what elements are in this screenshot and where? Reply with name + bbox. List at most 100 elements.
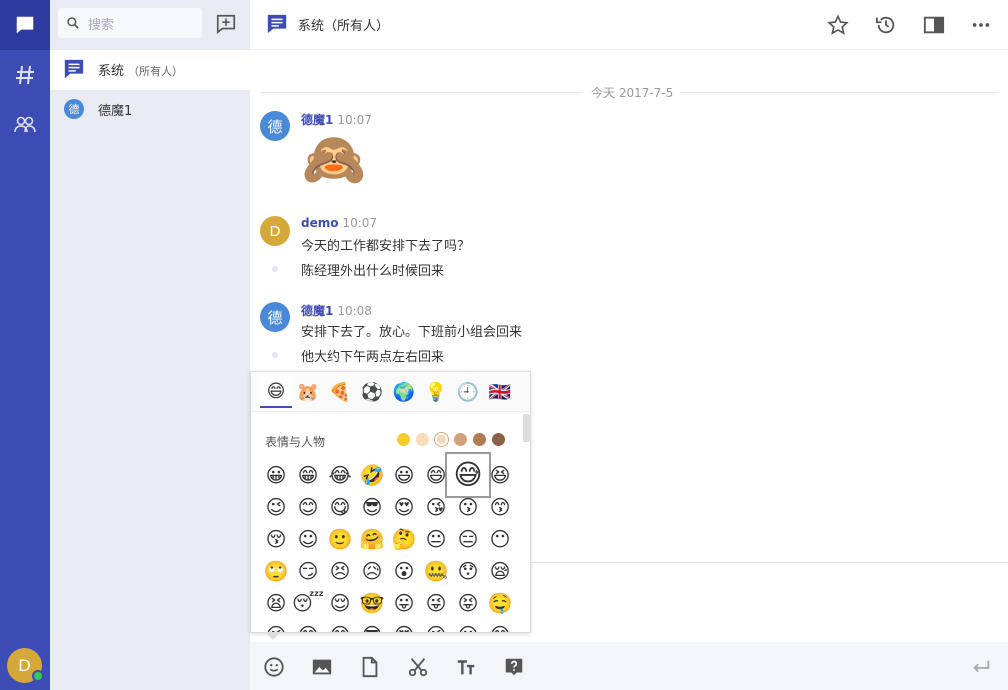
emoji-item[interactable]: 😘 bbox=[421, 492, 451, 522]
emoji-item[interactable]: 😐 bbox=[421, 524, 451, 554]
avatar[interactable]: 德 bbox=[260, 111, 290, 141]
emoji-item[interactable]: 😏 bbox=[293, 556, 323, 586]
emoji-item[interactable]: 😃 bbox=[389, 460, 419, 490]
emoji-item[interactable]: 😊 bbox=[293, 492, 323, 522]
emoji-item[interactable]: 😍 bbox=[389, 620, 419, 632]
emoji-item[interactable]: 😎 bbox=[357, 620, 387, 632]
emoji-item[interactable]: 🤤 bbox=[485, 588, 515, 618]
emoji-item[interactable]: 😙 bbox=[485, 492, 515, 522]
contacts-nav-button[interactable] bbox=[0, 100, 50, 150]
emoji-item[interactable]: 😯 bbox=[453, 556, 483, 586]
emoji-item[interactable]: 😀 bbox=[261, 460, 291, 490]
emoji-button[interactable] bbox=[261, 654, 287, 680]
emoji-item[interactable]: 😶 bbox=[485, 524, 515, 554]
nav-rail: D bbox=[0, 0, 50, 690]
skin-tone-swatch[interactable] bbox=[492, 433, 505, 446]
sticker-monkey-icon: 🙈 bbox=[301, 130, 367, 190]
skin-tone-swatch[interactable] bbox=[435, 433, 448, 446]
emoji-item[interactable]: 😝 bbox=[453, 588, 483, 618]
emoji-item[interactable]: ☺ bbox=[293, 524, 323, 554]
emoji-scrollbar[interactable] bbox=[523, 414, 530, 442]
text-format-button[interactable] bbox=[453, 654, 479, 680]
emoji-item[interactable]: 😥 bbox=[357, 556, 387, 586]
file-button[interactable] bbox=[357, 654, 383, 680]
emoji-item[interactable]: 😋 bbox=[325, 492, 355, 522]
message-author[interactable]: demo 10:07 bbox=[301, 216, 377, 230]
history-button[interactable] bbox=[873, 12, 899, 38]
emoji-item[interactable]: 😜 bbox=[421, 588, 451, 618]
hash-icon bbox=[16, 65, 34, 85]
emoji-item[interactable]: 😣 bbox=[325, 556, 355, 586]
skin-tone-swatch[interactable] bbox=[454, 433, 467, 446]
new-chat-button[interactable] bbox=[212, 10, 240, 38]
send-button[interactable] bbox=[968, 654, 994, 680]
scissors-icon bbox=[408, 658, 428, 677]
image-button[interactable] bbox=[309, 654, 335, 680]
emoji-item[interactable]: 🤔 bbox=[389, 524, 419, 554]
emoji-item[interactable]: 😚 bbox=[261, 524, 291, 554]
emoji-item[interactable]: 😋 bbox=[325, 620, 355, 632]
emoji-category-tabs: 😄 🐹 🍕 ⚽ 🌍 💡 🕘 🇬🇧 bbox=[251, 372, 530, 412]
sidebar-toggle-button[interactable] bbox=[921, 12, 947, 38]
emoji-item[interactable]: 🙂 bbox=[325, 524, 355, 554]
emoji-category-tab[interactable]: 😄 bbox=[260, 376, 292, 408]
emoji-category-tab[interactable]: 🕘 bbox=[452, 376, 484, 408]
message-author[interactable]: 德魔1 10:07 bbox=[301, 111, 372, 128]
emoji-item[interactable]: 😗 bbox=[453, 492, 483, 522]
emoji-item[interactable]: 😑 bbox=[453, 524, 483, 554]
message-author[interactable]: 德魔1 10:08 bbox=[301, 302, 372, 319]
avatar: 德 bbox=[64, 99, 84, 119]
chat-header: 系统（所有人） bbox=[250, 0, 1008, 50]
emoji-item[interactable]: 😎 bbox=[357, 492, 387, 522]
chat-item-label: 德魔1 bbox=[98, 104, 133, 119]
emoji-item[interactable]: 🤓 bbox=[357, 588, 387, 618]
star-button[interactable] bbox=[825, 12, 851, 38]
emoji-item[interactable]: 😁 bbox=[293, 460, 323, 490]
avatar[interactable]: 德 bbox=[260, 302, 290, 332]
emoji-category-tab[interactable]: 🐹 bbox=[292, 376, 324, 408]
emoji-item[interactable]: 😆 bbox=[485, 460, 515, 490]
avatar[interactable]: D bbox=[260, 216, 290, 246]
emoji-item[interactable]: 😮 bbox=[389, 556, 419, 586]
emoji-category-tab[interactable]: ⚽ bbox=[356, 376, 388, 408]
emoji-category-tab[interactable]: 🇬🇧 bbox=[484, 376, 516, 408]
channels-nav-button[interactable] bbox=[0, 50, 50, 100]
more-icon bbox=[972, 23, 990, 27]
help-button[interactable] bbox=[501, 654, 527, 680]
emoji-item[interactable]: 😍 bbox=[389, 492, 419, 522]
emoji-item[interactable]: 😴 bbox=[292, 588, 324, 618]
emoji-category-label: 表情与人物 bbox=[265, 435, 326, 449]
skin-tone-swatch[interactable] bbox=[397, 433, 410, 446]
message-text: 他大约下午两点左右回来 bbox=[301, 350, 445, 365]
screenshot-button[interactable] bbox=[405, 654, 431, 680]
emoji-category-tab[interactable]: 🌍 bbox=[388, 376, 420, 408]
emoji-item[interactable]: 🙄 bbox=[261, 556, 291, 586]
emoji-item[interactable]: 🤗 bbox=[357, 524, 387, 554]
emoji-category-tab[interactable]: 🍕 bbox=[324, 376, 356, 408]
chat-item-demo1[interactable]: 德 德魔1 bbox=[50, 92, 250, 126]
emoji-item[interactable]: 😉 bbox=[261, 492, 291, 522]
more-options-button[interactable] bbox=[968, 12, 994, 38]
skin-tone-swatch[interactable] bbox=[416, 433, 429, 446]
emoji-item[interactable]: 🤣 bbox=[357, 460, 387, 490]
panel-icon bbox=[923, 16, 945, 34]
emoji-item[interactable]: 😪 bbox=[485, 556, 515, 586]
emoji-item[interactable]: 😘 bbox=[421, 620, 451, 632]
chat-bubble-icon bbox=[16, 16, 34, 34]
emoji-item[interactable]: 😛 bbox=[389, 588, 419, 618]
search-icon bbox=[67, 17, 79, 29]
search-input[interactable]: 搜索 bbox=[58, 8, 202, 38]
emoji-item[interactable]: 😌 bbox=[325, 588, 355, 618]
date-separator: 今天 2017-7-5 bbox=[260, 84, 998, 101]
message-marker bbox=[272, 266, 278, 272]
emoji-item[interactable]: 🤐 bbox=[421, 556, 451, 586]
emoji-item[interactable]: 😂 bbox=[325, 460, 355, 490]
emoji-item[interactable]: 😙 bbox=[485, 620, 515, 632]
emoji-item[interactable]: 😗 bbox=[453, 620, 483, 632]
emoji-category-tab[interactable]: 💡 bbox=[420, 376, 452, 408]
chat-nav-button[interactable] bbox=[0, 0, 50, 50]
text-size-icon bbox=[457, 660, 475, 675]
emoji-item[interactable]: 😫 bbox=[261, 588, 291, 618]
skin-tone-swatch[interactable] bbox=[473, 433, 486, 446]
emoji-item[interactable]: 😊 bbox=[293, 620, 323, 632]
